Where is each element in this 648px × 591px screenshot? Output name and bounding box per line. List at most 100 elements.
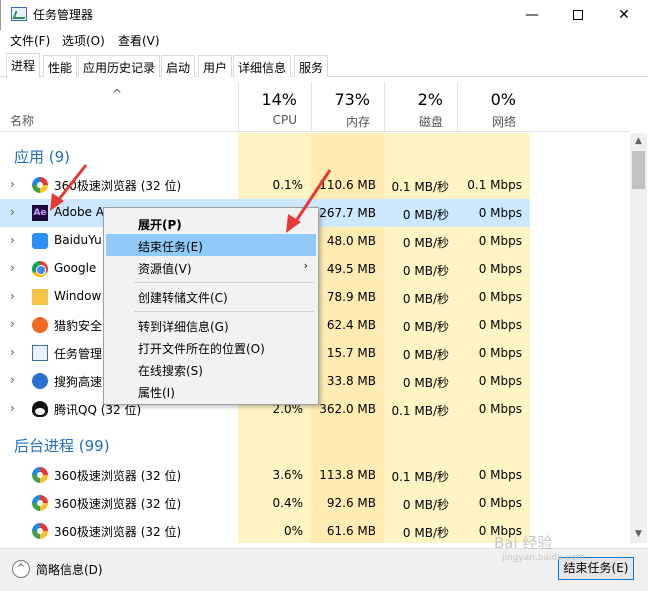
ctx-expand[interactable]: 展开(P) xyxy=(106,212,316,234)
process-disk: 0 MB/秒 xyxy=(402,320,449,334)
process-memory: 267.7 MB xyxy=(311,199,384,227)
process-name: Adobe A xyxy=(54,205,104,219)
ctx-go-to-details[interactable]: 转到详细信息(G) xyxy=(106,314,316,336)
process-disk: 0 MB/秒 xyxy=(402,526,449,540)
expand-chevron-icon[interactable]: › xyxy=(10,177,15,191)
tab-performance[interactable]: 性能 xyxy=(43,55,78,77)
expand-chevron-icon[interactable]: › xyxy=(10,289,15,303)
title-bar: 任务管理器 — ✕ xyxy=(0,0,648,30)
expand-chevron-icon[interactable]: › xyxy=(10,373,15,387)
menu-options[interactable]: 选项(O) xyxy=(62,32,105,49)
scroll-down-icon[interactable]: ▼ xyxy=(630,526,647,543)
folder-icon xyxy=(32,289,48,305)
expand-chevron-icon[interactable]: › xyxy=(10,233,15,247)
group-apps: 应用 (9) xyxy=(14,148,71,166)
process-disk: 0.1 MB/秒 xyxy=(391,470,449,484)
process-cpu: 0% xyxy=(283,524,303,538)
process-network: 0 Mbps xyxy=(457,199,530,227)
process-network: 0 Mbps xyxy=(478,496,522,510)
column-network[interactable]: 0% 网络 xyxy=(457,82,530,132)
process-disk: 0 MB/秒 xyxy=(402,498,449,512)
scroll-up-icon[interactable]: ▲ xyxy=(630,133,647,150)
memory-label: 内存 xyxy=(345,115,370,129)
process-row[interactable]: 360极速浏览器 (32 位) 0% 61.6 MB 0 MB/秒 0 Mbps xyxy=(0,517,530,543)
process-network: 0 Mbps xyxy=(478,468,522,482)
vertical-scrollbar[interactable]: ▲ ▼ xyxy=(630,133,647,543)
baiduyun-icon xyxy=(32,233,48,249)
column-memory[interactable]: 73% 内存 xyxy=(311,82,384,132)
ctx-end-task[interactable]: 结束任务(E) xyxy=(106,234,316,256)
tab-details[interactable]: 详细信息 xyxy=(233,55,292,77)
close-button[interactable]: ✕ xyxy=(601,0,647,30)
process-disk: 0 MB/秒 xyxy=(402,236,449,250)
window-title: 任务管理器 xyxy=(33,8,94,22)
expand-chevron-icon[interactable]: › xyxy=(10,401,15,415)
process-row[interactable]: › 360极速浏览器 (32 位) 0.1% 110.6 MB 0.1 MB/秒… xyxy=(0,171,530,199)
ctx-resource-values[interactable]: 资源值(V) › xyxy=(106,256,316,278)
ctx-create-dump[interactable]: 创建转储文件(C) xyxy=(106,285,316,307)
submenu-arrow-icon: › xyxy=(303,259,308,272)
process-memory: 113.8 MB xyxy=(319,468,376,482)
scroll-thumb[interactable] xyxy=(632,151,645,189)
menu-file[interactable]: 文件(F) xyxy=(10,32,50,49)
process-name: 任务管理 xyxy=(54,347,103,361)
watermark-sub: jingyan.baidu.com xyxy=(502,553,586,563)
process-memory: 110.6 MB xyxy=(319,178,376,192)
process-row[interactable]: 360极速浏览器 (32 位) 0.4% 92.6 MB 0 MB/秒 0 Mb… xyxy=(0,489,530,517)
minimize-button[interactable]: — xyxy=(509,0,555,30)
tab-strip: 进程 性能 应用历史记录 启动 用户 详细信息 服务 xyxy=(0,53,648,78)
process-network: 0 Mbps xyxy=(478,318,522,332)
process-memory: 49.5 MB xyxy=(326,262,376,276)
expand-chevron-icon[interactable]: › xyxy=(10,205,15,219)
tab-processes[interactable]: 进程 xyxy=(6,53,41,78)
ctx-search-online[interactable]: 在线搜索(S) xyxy=(106,358,316,380)
maximize-button[interactable] xyxy=(555,0,601,30)
expand-chevron-icon[interactable]: › xyxy=(10,317,15,331)
taskmgr-icon xyxy=(32,345,48,361)
process-network: 0.1 Mbps xyxy=(467,178,522,192)
process-memory: 61.6 MB xyxy=(326,524,376,538)
column-cpu[interactable]: 14% CPU xyxy=(238,82,311,132)
fewer-details-link[interactable]: 简略信息(D) xyxy=(36,561,103,578)
context-menu: 展开(P) 结束任务(E) 资源值(V) › 创建转储文件(C) 转到详细信息(… xyxy=(103,207,319,405)
menu-view[interactable]: 查看(V) xyxy=(118,32,160,49)
process-name: 360极速浏览器 (32 位) xyxy=(54,497,182,511)
360-browser-icon xyxy=(32,523,48,539)
cheetah-icon xyxy=(32,317,48,333)
process-memory: 48.0 MB xyxy=(326,234,376,248)
process-disk: 0 MB/秒 xyxy=(384,199,457,227)
process-name: 360极速浏览器 (32 位) xyxy=(54,525,182,539)
chevron-up-icon[interactable]: ^ xyxy=(12,560,30,578)
process-name: 360极速浏览器 (32 位) xyxy=(54,179,182,193)
disk-label: 磁盘 xyxy=(418,115,443,129)
process-row[interactable]: 360极速浏览器 (32 位) 3.6% 113.8 MB 0.1 MB/秒 0… xyxy=(0,461,530,489)
expand-chevron-icon[interactable]: › xyxy=(10,345,15,359)
column-name[interactable]: 名称 xyxy=(10,112,34,129)
process-name: 360极速浏览器 (32 位) xyxy=(54,469,182,483)
column-disk[interactable]: 2% 磁盘 xyxy=(384,82,457,132)
sort-up-icon: ^ xyxy=(112,87,123,101)
ctx-properties[interactable]: 属性(I) xyxy=(106,380,316,402)
process-disk: 0.1 MB/秒 xyxy=(391,180,449,194)
network-label: 网络 xyxy=(491,115,516,129)
disk-percent: 2% xyxy=(417,90,443,109)
tab-startup[interactable]: 启动 xyxy=(161,55,196,77)
process-memory: 78.9 MB xyxy=(326,290,376,304)
process-name: Google xyxy=(54,261,97,275)
chrome-icon xyxy=(32,261,48,277)
ctx-resource-values-label: 资源值(V) xyxy=(138,262,192,276)
process-memory: 62.4 MB xyxy=(326,318,376,332)
process-cpu: 0.4% xyxy=(272,496,304,510)
expand-chevron-icon[interactable]: › xyxy=(10,261,15,275)
process-name: Window xyxy=(54,289,102,303)
tab-app-history[interactable]: 应用历史记录 xyxy=(78,55,161,77)
tab-services[interactable]: 服务 xyxy=(294,55,329,77)
tab-users[interactable]: 用户 xyxy=(198,55,233,77)
cpu-label: CPU xyxy=(272,113,297,127)
360-browser-icon xyxy=(32,177,48,193)
process-network: 0 Mbps xyxy=(478,262,522,276)
process-memory: 33.8 MB xyxy=(326,374,376,388)
ctx-open-file-location[interactable]: 打开文件所在的位置(O) xyxy=(106,336,316,358)
process-memory: 15.7 MB xyxy=(326,346,376,360)
task-manager-icon xyxy=(11,7,27,21)
